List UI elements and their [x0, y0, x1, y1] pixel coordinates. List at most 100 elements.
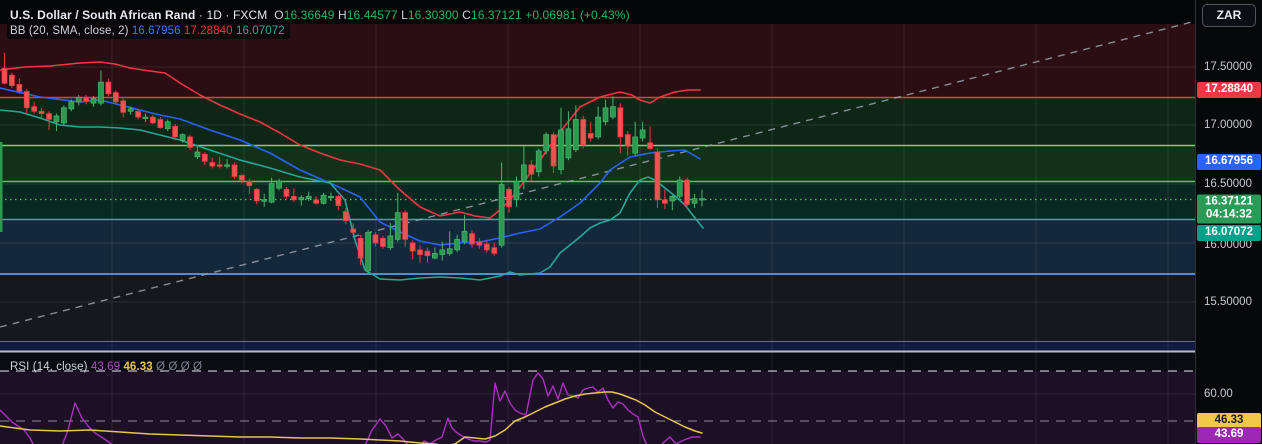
open-label: O — [274, 8, 284, 22]
candle-body — [127, 108, 134, 112]
candle-body — [75, 96, 82, 103]
candle-body — [335, 195, 342, 206]
partial-candle — [0, 142, 3, 232]
candle-body — [194, 151, 201, 158]
candle-body — [543, 134, 550, 152]
candle-body — [216, 164, 223, 167]
candle-body — [417, 249, 423, 255]
candle-body — [328, 195, 334, 199]
timeframe-label[interactable]: 1D — [206, 8, 222, 22]
candle-body — [439, 249, 446, 255]
close-value: 16.37121 — [470, 8, 522, 22]
candle-body — [446, 248, 453, 254]
candle-body — [639, 129, 646, 139]
candle-body — [164, 121, 171, 130]
candle-body — [68, 101, 75, 110]
candle-body — [617, 107, 624, 138]
rsi-empty-slot: Ø — [193, 361, 203, 373]
candle-body — [550, 134, 557, 167]
axis-label: 60.00 — [1204, 388, 1233, 400]
low-value: 16.30300 — [407, 8, 459, 22]
candle-body — [506, 188, 512, 208]
candle-body — [483, 243, 490, 251]
candle-body — [535, 150, 542, 173]
rsi-pane-zone — [0, 371, 1196, 444]
trading-chart-app: U.S. Dollar / South African Rand · 1D · … — [0, 0, 1262, 444]
candle-body — [632, 136, 639, 154]
rsi-badge: 43.69 — [1197, 427, 1261, 443]
bb-upper-badge: 17.28840 — [1197, 82, 1261, 98]
candle-body — [498, 184, 505, 246]
candle-body — [424, 250, 431, 257]
candle-body — [476, 241, 483, 246]
price-axis[interactable]: ZAR 17.50000 17.00000 16.50000 16.00000 15.5… — [1195, 0, 1262, 444]
main-chart-canvas[interactable] — [0, 0, 1262, 444]
candle-body — [142, 116, 149, 119]
candle-body — [179, 134, 186, 141]
candle-body — [201, 154, 208, 162]
candle-body — [691, 198, 698, 204]
candle-body — [676, 179, 683, 197]
candle-body — [342, 211, 349, 222]
symbol-title[interactable]: U.S. Dollar / South African Rand — [10, 8, 195, 22]
candle-body — [394, 212, 401, 240]
bb-indicator-label[interactable]: BB (20, SMA, close, 2) — [10, 25, 129, 37]
candle-body — [587, 133, 594, 139]
candle-body — [53, 115, 60, 123]
candle-body — [684, 179, 690, 205]
candle-body — [135, 110, 141, 118]
candle-body — [298, 197, 305, 201]
rsi-empty-slot: Ø — [168, 361, 178, 373]
candle-body — [83, 96, 89, 102]
candle-body — [61, 107, 67, 124]
rsi-empty-slot: Ø — [180, 361, 190, 373]
rsi-ma-value: 46.33 — [123, 361, 153, 373]
rsi-empty-slot: Ø — [156, 361, 166, 373]
zone-blue — [0, 220, 1196, 273]
zone-green-low — [0, 146, 1196, 181]
separator-dot: · — [225, 8, 230, 22]
candle-body — [120, 100, 127, 113]
candle-body — [253, 188, 260, 202]
change-value: +0.06981 (+0.43%) — [525, 8, 630, 22]
candle-body — [276, 180, 282, 189]
rsi-indicator-row: RSI (14, close) 43.69 46.33 Ø Ø Ø Ø — [10, 361, 202, 373]
exchange-label[interactable]: FXCM — [233, 8, 267, 22]
rsi-indicator-label[interactable]: RSI (14, close) — [10, 361, 88, 373]
candle-body — [9, 74, 15, 86]
bb-basis-badge: 16.67956 — [1197, 154, 1261, 170]
candle-body — [16, 84, 23, 92]
candle-body — [98, 81, 104, 104]
candle-body — [380, 237, 386, 247]
candle-body — [38, 110, 45, 114]
candle-body — [231, 164, 238, 177]
currency-toggle-button[interactable]: ZAR — [1202, 4, 1256, 27]
candle-body — [31, 106, 38, 112]
candle-body — [268, 183, 275, 203]
axis-label: 17.00000 — [1204, 119, 1252, 131]
candle-body — [669, 195, 676, 202]
bb-lower-badge: 16.07072 — [1197, 225, 1261, 241]
low-label: L — [401, 8, 408, 22]
candle-body — [654, 151, 661, 201]
separator-dot: · — [198, 8, 203, 22]
candle-body — [595, 116, 601, 138]
candle-body — [491, 247, 498, 254]
candle-body — [513, 180, 520, 201]
candle-body — [246, 180, 253, 187]
zone-navy-band — [0, 342, 1196, 351]
candle-body — [580, 119, 587, 146]
candle-body — [1, 67, 8, 84]
candle-body — [187, 136, 193, 148]
candle-body — [157, 119, 164, 128]
bb-indicator-row: BB (20, SMA, close, 2) 16.67956 17.28840… — [7, 24, 290, 39]
candle-body — [565, 128, 572, 159]
candle-body — [387, 235, 394, 248]
zone-dark — [0, 274, 1196, 341]
candle-body — [283, 188, 290, 197]
candle-body — [572, 119, 579, 151]
axis-label: 16.50000 — [1204, 178, 1252, 190]
bb-upper-value: 17.28840 — [183, 25, 233, 37]
open-value: 16.36649 — [283, 8, 335, 22]
candle-body — [469, 233, 475, 245]
